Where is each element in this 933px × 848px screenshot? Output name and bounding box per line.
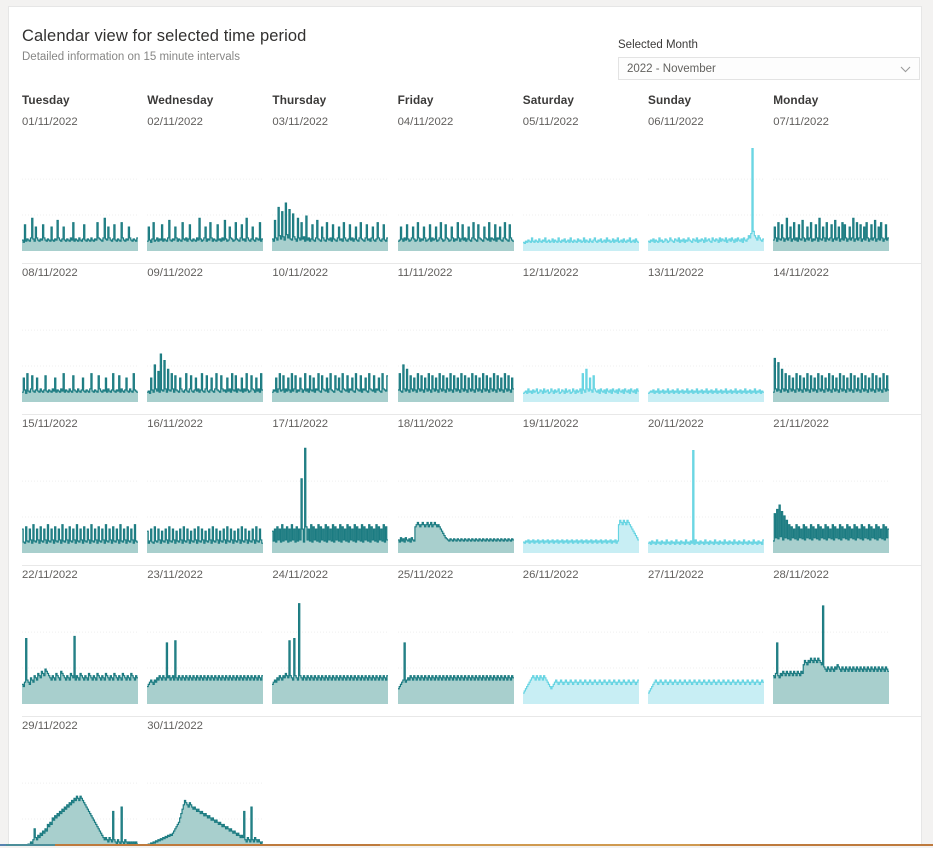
month-slicer: Selected Month 2022 - November <box>618 38 920 80</box>
day-date-label: 18/11/2022 <box>397 418 454 430</box>
screenshot-root: Calendar view for selected time period D… <box>0 0 933 848</box>
day-date-label: 12/11/2022 <box>522 267 579 279</box>
calendar-week: 01/11/2022 02/11/2022 03/11/2022 04/11/2022… <box>22 113 921 263</box>
day-date-label: 02/11/2022 <box>147 116 203 128</box>
day-sparkline-chart[interactable] <box>397 587 514 716</box>
weekday-header-monday: Monday <box>773 93 819 107</box>
week-date-row: 01/11/2022 02/11/2022 03/11/2022 04/11/2022… <box>22 113 921 134</box>
day-date-label: 07/11/2022 <box>773 116 829 128</box>
day-sparkline-chart[interactable] <box>648 436 764 565</box>
day-sparkline-chart[interactable] <box>22 285 138 414</box>
day-date-label: 08/11/2022 <box>22 267 78 279</box>
calendar-week: 15/11/2022 16/11/2022 17/11/2022 18/11/2022… <box>22 415 921 565</box>
week-date-row: 15/11/2022 16/11/2022 17/11/2022 18/11/2022… <box>22 415 921 436</box>
day-date-label: 05/11/2022 <box>522 116 579 128</box>
day-sparkline-chart[interactable] <box>773 587 890 716</box>
day-sparkline-chart[interactable] <box>773 134 890 263</box>
day-sparkline-chart[interactable] <box>22 587 138 716</box>
day-sparkline-chart[interactable] <box>22 738 138 844</box>
day-date-label: 14/11/2022 <box>773 267 829 279</box>
day-date-label: 21/11/2022 <box>773 418 829 430</box>
week-chart-row <box>22 134 921 263</box>
day-sparkline-chart[interactable] <box>147 738 264 844</box>
bottom-accent-rule <box>0 844 933 846</box>
day-sparkline-chart[interactable] <box>272 134 389 263</box>
day-sparkline-chart[interactable] <box>397 285 514 414</box>
day-sparkline-chart[interactable] <box>272 587 389 716</box>
day-date-label: 23/11/2022 <box>147 569 203 581</box>
page-subtitle: Detailed information on 15 minute interv… <box>22 51 240 63</box>
day-sparkline-chart[interactable] <box>773 436 890 565</box>
day-sparkline-chart[interactable] <box>147 285 264 414</box>
day-sparkline-chart[interactable] <box>147 134 264 263</box>
week-date-row: 22/11/2022 23/11/2022 24/11/2022 25/11/2022… <box>22 566 921 587</box>
page-title: Calendar view for selected time period <box>22 27 307 45</box>
day-sparkline-chart[interactable] <box>22 134 138 263</box>
day-sparkline-chart[interactable] <box>648 134 764 263</box>
day-date-label: 27/11/2022 <box>648 569 704 581</box>
weekday-header-saturday: Saturday <box>522 93 575 107</box>
day-date-label: 29/11/2022 <box>22 720 78 732</box>
calendar-card: Calendar view for selected time period D… <box>8 6 922 844</box>
day-sparkline-chart[interactable] <box>522 587 639 716</box>
day-sparkline-chart[interactable] <box>522 285 639 414</box>
day-date-label: 22/11/2022 <box>22 569 78 581</box>
month-dropdown[interactable]: 2022 - November <box>618 57 920 80</box>
day-sparkline-chart[interactable] <box>648 587 764 716</box>
calendar-grid: Tuesday Wednesday Thursday Friday Saturday Su… <box>22 93 921 844</box>
day-sparkline-chart[interactable] <box>147 436 264 565</box>
card-header: Calendar view for selected time period D… <box>22 26 542 65</box>
day-sparkline-chart[interactable] <box>147 587 264 716</box>
calendar-week: 08/11/2022 09/11/2022 10/11/2022 11/11/2022… <box>22 264 921 414</box>
day-date-label: 28/11/2022 <box>773 569 829 581</box>
day-sparkline-chart[interactable] <box>397 436 514 565</box>
day-date-label: 11/11/2022 <box>397 267 453 279</box>
day-date-label: 09/11/2022 <box>147 267 203 279</box>
day-sparkline-chart[interactable] <box>272 436 389 565</box>
weekday-header-wednesday: Wednesday <box>147 93 214 107</box>
day-date-label: 19/11/2022 <box>522 418 579 430</box>
day-date-label: 01/11/2022 <box>22 116 78 128</box>
week-chart-row <box>22 285 921 414</box>
day-date-label: 16/11/2022 <box>147 418 203 430</box>
day-sparkline-chart[interactable] <box>648 285 764 414</box>
day-date-label: 10/11/2022 <box>272 267 329 279</box>
weekday-header-sunday: Sunday <box>648 93 692 107</box>
week-date-row: 08/11/2022 09/11/2022 10/11/2022 11/11/2022… <box>22 264 921 285</box>
day-sparkline-chart[interactable] <box>773 285 890 414</box>
day-sparkline-chart[interactable] <box>272 285 389 414</box>
month-dropdown-value: 2022 - November <box>627 63 716 75</box>
calendar-week: 22/11/2022 23/11/2022 24/11/2022 25/11/2022… <box>22 566 921 716</box>
week-chart-row <box>22 436 921 565</box>
day-date-label: 24/11/2022 <box>272 569 329 581</box>
weekday-header-tuesday: Tuesday <box>22 93 70 107</box>
day-date-label: 15/11/2022 <box>22 418 78 430</box>
weekday-header-thursday: Thursday <box>272 93 327 107</box>
day-date-label: 13/11/2022 <box>648 267 704 279</box>
day-sparkline-chart[interactable] <box>522 436 639 565</box>
week-date-row: 29/11/2022 30/11/2022 <box>22 717 921 738</box>
day-sparkline-chart[interactable] <box>522 134 639 263</box>
day-date-label: 04/11/2022 <box>397 116 454 128</box>
chevron-down-icon <box>900 64 911 75</box>
weekday-header-friday: Friday <box>397 93 434 107</box>
week-chart-row <box>22 587 921 716</box>
day-date-label: 17/11/2022 <box>272 418 329 430</box>
day-date-label: 25/11/2022 <box>397 569 454 581</box>
day-date-label: 06/11/2022 <box>648 116 704 128</box>
day-date-label: 26/11/2022 <box>522 569 579 581</box>
day-date-label: 03/11/2022 <box>272 116 329 128</box>
month-slicer-label: Selected Month <box>618 39 698 51</box>
week-chart-row <box>22 738 921 844</box>
day-date-label: 20/11/2022 <box>648 418 704 430</box>
calendar-weeks: 01/11/2022 02/11/2022 03/11/2022 04/11/2022… <box>22 113 921 844</box>
day-sparkline-chart[interactable] <box>397 134 514 263</box>
calendar-week: 29/11/2022 30/11/2022 <box>22 717 921 844</box>
weekday-header-row: Tuesday Wednesday Thursday Friday Saturday Su… <box>22 93 921 113</box>
day-sparkline-chart[interactable] <box>22 436 138 565</box>
day-date-label: 30/11/2022 <box>147 720 203 732</box>
